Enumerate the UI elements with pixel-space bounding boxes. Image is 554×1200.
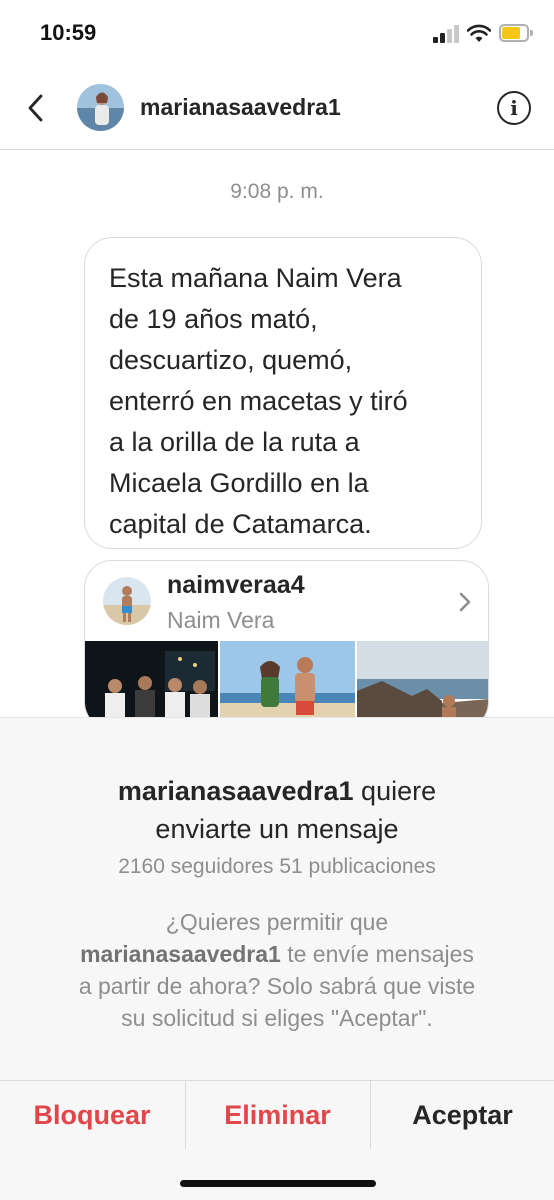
shared-profile-card[interactable]: naimveraa4 Naim Vera bbox=[84, 560, 489, 730]
request-title-text: enviarte un mensaje bbox=[155, 814, 399, 844]
shared-profile-username: naimveraa4 bbox=[167, 571, 305, 599]
request-body-username: marianasaavedra1 bbox=[80, 941, 281, 967]
shared-profile-fullname: Naim Vera bbox=[167, 607, 275, 633]
request-username: marianasaavedra1 bbox=[117, 776, 354, 806]
home-indicator bbox=[180, 1180, 376, 1187]
accept-button[interactable]: Aceptar bbox=[370, 1081, 554, 1149]
message-line: Micaela Gordillo en la bbox=[109, 468, 369, 498]
message-line: de 19 años mató, bbox=[109, 304, 318, 334]
request-body-text: su solicitud si eliges "Aceptar". bbox=[121, 1005, 433, 1031]
header-username[interactable]: marianasaavedra1 bbox=[140, 94, 341, 121]
battery-icon bbox=[499, 24, 533, 42]
message-request-panel: marianasaavedra1 quiere enviarte un mens… bbox=[0, 717, 554, 1200]
info-icon[interactable]: i bbox=[497, 91, 531, 125]
message-timestamp: 9:08 p. m. bbox=[230, 180, 324, 203]
request-title: marianasaavedra1 quiere enviarte un mens… bbox=[0, 772, 554, 848]
avatar[interactable] bbox=[77, 84, 124, 131]
status-bar: 10:59 bbox=[0, 0, 554, 66]
wifi-icon bbox=[467, 24, 491, 42]
chevron-right-icon bbox=[459, 592, 471, 612]
delete-button[interactable]: Eliminar bbox=[185, 1081, 369, 1149]
block-button[interactable]: Bloquear bbox=[0, 1081, 184, 1149]
request-actions: Bloquear Eliminar Aceptar bbox=[0, 1080, 554, 1160]
message-bubble: Esta mañana Naim Vera de 19 años mató, d… bbox=[84, 237, 482, 549]
request-body-text: te envíe mensajes bbox=[280, 941, 474, 967]
request-body: ¿Quieres permitir que marianasaavedra1 t… bbox=[0, 906, 554, 1034]
request-body-text: ¿Quieres permitir que bbox=[165, 909, 389, 935]
back-icon[interactable] bbox=[22, 88, 52, 128]
message-line: capital de Catamarca. bbox=[109, 509, 372, 539]
request-title-text: quiere bbox=[353, 776, 437, 806]
battery-fill bbox=[502, 27, 520, 39]
message-line: enterró en macetas y tiró bbox=[109, 386, 408, 416]
status-time: 10:59 bbox=[40, 20, 97, 45]
message-line: Esta mañana Naim Vera bbox=[109, 263, 402, 293]
chat-header: marianasaavedra1 i bbox=[0, 66, 554, 150]
message-line: a la orilla de la ruta a bbox=[109, 427, 360, 457]
shared-profile-avatar bbox=[103, 577, 151, 625]
signal-icon bbox=[433, 25, 461, 43]
request-stats: 2160 seguidores 51 publicaciones bbox=[118, 855, 436, 878]
request-body-text: a partir de ahora? Solo sabrá que viste bbox=[78, 973, 476, 999]
message-line: descuartizo, quemó, bbox=[109, 345, 353, 375]
